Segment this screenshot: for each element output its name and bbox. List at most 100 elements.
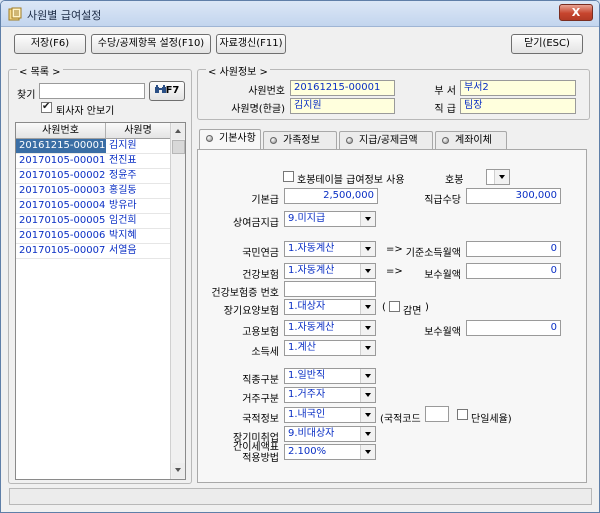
employee-id-field[interactable]: 20161215-00001: [290, 80, 395, 96]
chevron-down-icon: [360, 264, 375, 278]
grid-header-name[interactable]: 사원명: [106, 123, 171, 138]
chevron-down-icon: [360, 321, 375, 335]
chevron-down-icon: [360, 388, 375, 402]
base-pay-label: 기본급: [251, 195, 279, 206]
job-type-label: 직종구분: [242, 375, 279, 386]
employee-name-field[interactable]: 김지원: [290, 98, 395, 114]
grade-label: 호봉: [445, 175, 464, 186]
rank-allowance-field[interactable]: 300,000: [466, 188, 561, 204]
nationality-label: 국적정보: [242, 414, 279, 425]
scroll-thumb[interactable]: [172, 140, 185, 154]
employ-monthly-field[interactable]: 0: [466, 320, 561, 336]
scroll-down-icon[interactable]: [172, 463, 185, 478]
close-button[interactable]: 닫기(ESC): [511, 34, 583, 54]
reduction-open: (: [382, 302, 386, 313]
pension-label: 국민연금: [242, 248, 279, 259]
tab-family[interactable]: 가족정보: [263, 131, 337, 149]
table-cell-name: 임건희: [109, 215, 137, 226]
search-label: 찾기: [17, 90, 36, 101]
base-pay-field[interactable]: 2,500,000: [284, 188, 378, 204]
chevron-down-icon: [494, 170, 509, 184]
tab-basic[interactable]: 기본사항: [199, 129, 261, 150]
tab-basic-radio-icon: [206, 135, 213, 142]
table-cell-name: 전진표: [109, 155, 137, 166]
refresh-button[interactable]: 자료갱신(F11): [216, 34, 286, 54]
use-grade-table-label: 호봉테이블 급여정보 사용: [297, 175, 405, 186]
table-row[interactable]: 20170105-00001 전진표: [16, 154, 171, 169]
employ-monthly-label: 보수월액: [424, 327, 461, 338]
tab-bank-transfer[interactable]: 계좌이체: [435, 131, 507, 149]
hide-retired-checkbox[interactable]: [41, 101, 52, 113]
table-cell-id: 20170105-00006: [19, 230, 106, 241]
chevron-down-icon: [360, 427, 375, 441]
residence-select[interactable]: 1.거주자: [284, 387, 376, 403]
dept-label: 부 서: [434, 86, 456, 97]
reduction-checkbox[interactable]: [389, 301, 400, 312]
health-select[interactable]: 1.자동계산: [284, 263, 376, 279]
job-type-select[interactable]: 1.일반직: [284, 368, 376, 384]
health-label: 건강보험: [242, 270, 279, 281]
disabled-select[interactable]: 9.비대상자: [284, 426, 376, 442]
grid-header-id[interactable]: 사원번호: [16, 123, 106, 138]
table-cell-id: 20170105-00005: [19, 215, 106, 226]
main-window: 사원별 급여설정 X 저장(F6) 수당/공제항목 설정(F10) 자료갱신(F…: [0, 0, 600, 513]
table-row[interactable]: 20170105-00005 임건희: [16, 214, 171, 229]
title-bar[interactable]: 사원별 급여설정 X: [1, 1, 599, 27]
employee-name-label: 사원명(한글): [231, 104, 285, 115]
window-close-button[interactable]: X: [559, 4, 593, 21]
country-code-field[interactable]: [425, 406, 449, 422]
employee-grid: 사원번호 사원명 20161215-00001 김지원 20170105-00001…: [15, 122, 186, 480]
longterm-select[interactable]: 1.대상자: [284, 299, 376, 315]
table-cell-id: 20170105-00004: [19, 200, 106, 211]
pension-select[interactable]: 1.자동계산: [284, 241, 376, 257]
use-grade-table-checkbox[interactable]: [283, 171, 294, 182]
table-row[interactable]: 20170105-00004 방유라: [16, 199, 171, 214]
grid-scrollbar[interactable]: [170, 123, 185, 479]
search-input[interactable]: [39, 83, 145, 99]
employ-select[interactable]: 1.자동계산: [284, 320, 376, 336]
table-row[interactable]: 20170105-00002 정윤주: [16, 169, 171, 184]
table-row[interactable]: 20170105-00006 박지혜: [16, 229, 171, 244]
chevron-down-icon: [360, 445, 375, 459]
chevron-down-icon: [360, 408, 375, 422]
employ-label: 고용보험: [242, 327, 279, 338]
employee-id-label: 사원번호: [248, 86, 285, 97]
health-card-field[interactable]: [284, 281, 376, 297]
income-tax-select[interactable]: 1.계산: [284, 340, 376, 356]
single-tax-checkbox[interactable]: [457, 409, 468, 420]
rank-field[interactable]: 팀장: [460, 98, 576, 114]
table-row[interactable]: 20161215-00001 김지원: [16, 139, 171, 154]
search-button[interactable]: F7: [149, 81, 185, 101]
health-monthly-field[interactable]: 0: [466, 263, 561, 279]
chevron-down-icon: [360, 242, 375, 256]
app-icon: [8, 7, 22, 21]
bonus-select[interactable]: 9.미지급: [284, 211, 376, 227]
table-row[interactable]: 20170105-00007 서열음: [16, 244, 171, 259]
income-tax-label: 소득세: [251, 347, 279, 358]
rank-label: 직 급: [434, 104, 456, 115]
table-row[interactable]: 20170105-00003 홍길동: [16, 184, 171, 199]
table-cell-name: 박지혜: [109, 230, 137, 241]
nationality-select[interactable]: 1.내국인: [284, 407, 376, 423]
tab-payment[interactable]: 지급/공제금액: [339, 131, 433, 149]
tab-bank-radio-icon: [442, 137, 449, 144]
table-cell-id: 20170105-00007: [19, 245, 106, 256]
table-cell-name: 정윤주: [109, 170, 137, 181]
chevron-down-icon: [360, 300, 375, 314]
binoculars-icon: [154, 85, 166, 93]
dept-field[interactable]: 부서2: [460, 80, 576, 96]
health-monthly-label: 보수월액: [424, 270, 461, 281]
save-button[interactable]: 저장(F6): [14, 34, 86, 54]
grade-select[interactable]: [486, 169, 510, 185]
hide-retired-label: 퇴사자 안보기: [56, 106, 115, 117]
allowance-settings-button[interactable]: 수당/공제항목 설정(F10): [91, 34, 211, 54]
table-cell-name: 홍길동: [109, 185, 137, 196]
table-cell-name: 서열음: [109, 245, 137, 256]
scroll-up-icon[interactable]: [172, 124, 185, 139]
chevron-down-icon: [360, 369, 375, 383]
table-cell-name: 김지원: [109, 140, 137, 151]
tab-family-radio-icon: [270, 137, 277, 144]
base-income-field[interactable]: 0: [466, 241, 561, 257]
simple-tax-select[interactable]: 2.100%: [284, 444, 376, 460]
table-cell-name: 방유라: [109, 200, 137, 211]
